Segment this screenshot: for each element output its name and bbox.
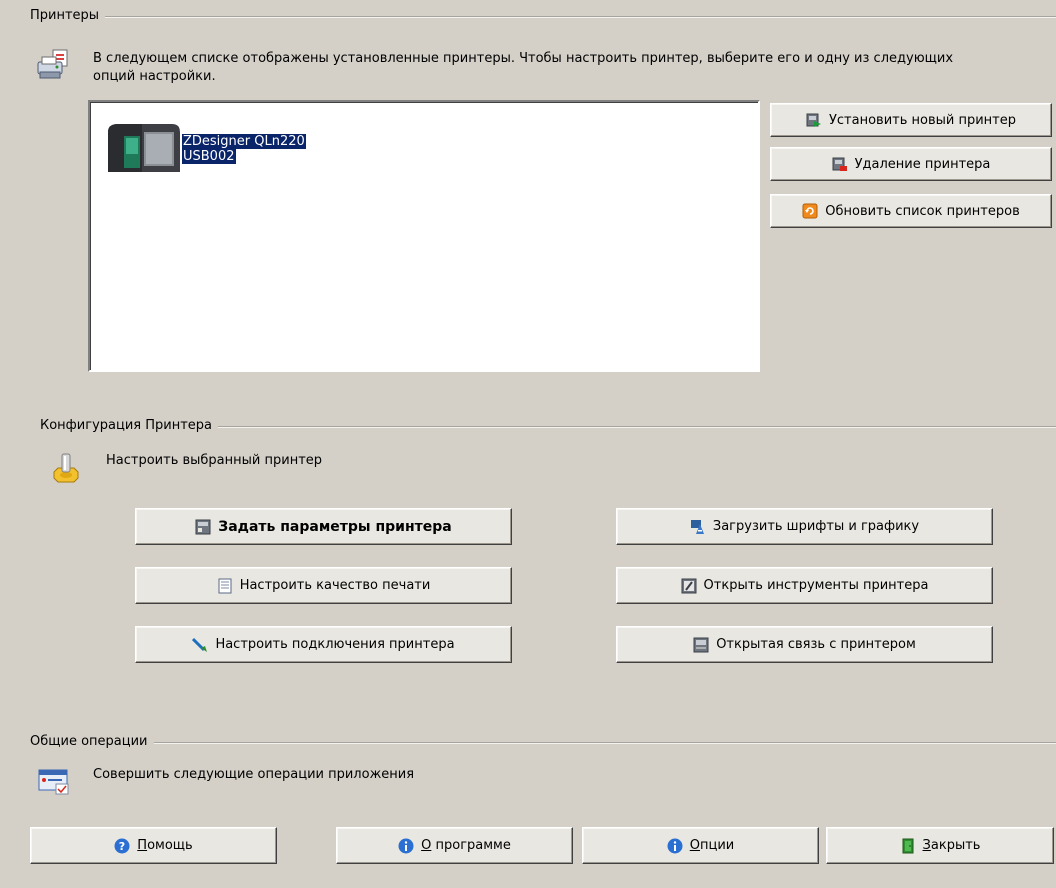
load-fonts-graphics-label: Загрузить шрифты и графику <box>712 519 920 534</box>
options-label: Опции <box>689 838 735 853</box>
about-button[interactable]: О программе <box>336 827 573 864</box>
print-quality-label: Настроить качество печати <box>239 578 431 593</box>
application-icon <box>38 767 70 795</box>
printer-port: USB002 <box>182 149 236 164</box>
exit-door-icon <box>900 838 916 854</box>
connection-cable-icon <box>192 637 208 653</box>
printers-description-line2: опций настройки. <box>93 69 216 84</box>
printers-group-title: Принтеры <box>30 8 106 23</box>
remove-printer-icon <box>832 156 848 172</box>
printer-communication-button[interactable]: Открытая связь с принтером <box>616 626 993 663</box>
set-printer-params-button[interactable]: Задать параметры принтера <box>135 508 512 545</box>
printer-name: ZDesigner QLn220 <box>182 134 306 149</box>
printers-description-line1: В следующем списке отображены установлен… <box>93 51 954 66</box>
printers-group-line <box>30 16 1056 18</box>
printer-list-item[interactable]: ZDesigner QLn220 USB002 <box>102 118 332 180</box>
printer-connections-button[interactable]: Настроить подключения принтера <box>135 626 512 663</box>
about-label: О программе <box>421 838 511 853</box>
load-fonts-graphics-button[interactable]: Загрузить шрифты и графику <box>616 508 993 545</box>
printer-communication-label: Открытая связь с принтером <box>716 637 916 652</box>
options-button[interactable]: Опции <box>582 827 819 864</box>
install-printer-button[interactable]: Установить новый принтер <box>770 103 1052 137</box>
info-icon <box>398 838 414 854</box>
help-button[interactable]: ? Помощь <box>30 827 277 864</box>
document-icon <box>217 578 233 594</box>
close-button[interactable]: Закрыть <box>826 827 1054 864</box>
printer-params-icon <box>195 519 211 535</box>
general-group-title: Общие операции <box>30 734 154 749</box>
config-description: Настроить выбранный принтер <box>106 453 323 468</box>
refresh-printers-label: Обновить список принтеров <box>825 203 1020 219</box>
remove-printer-button[interactable]: Удаление принтера <box>770 147 1052 181</box>
help-icon: ? <box>114 838 130 854</box>
print-quality-button[interactable]: Настроить качество печати <box>135 567 512 604</box>
svg-text:?: ? <box>119 840 125 853</box>
label-printer-icon <box>102 118 182 178</box>
help-label: Помощь <box>137 838 193 853</box>
tools-icon <box>681 578 697 594</box>
close-label: Закрыть <box>922 838 981 853</box>
refresh-icon <box>802 203 818 219</box>
config-group-title: Конфигурация Принтера <box>40 418 219 433</box>
info-icon <box>667 838 683 854</box>
remove-printer-label: Удаление принтера <box>854 156 991 172</box>
printer-connections-label: Настроить подключения принтера <box>215 637 455 652</box>
install-printer-label: Установить новый принтер <box>828 112 1017 128</box>
fonts-graphics-icon <box>690 519 706 535</box>
communication-icon <box>693 637 709 653</box>
gear-icon <box>50 450 82 484</box>
refresh-printers-button[interactable]: Обновить список принтеров <box>770 194 1052 228</box>
printer-list[interactable]: ZDesigner QLn220 USB002 <box>88 100 760 372</box>
printer-tools-label: Открыть инструменты принтера <box>703 578 929 593</box>
general-group-line <box>30 742 1056 744</box>
install-printer-icon <box>806 112 822 128</box>
set-printer-params-label: Задать параметры принтера <box>218 518 452 535</box>
printer-tools-button[interactable]: Открыть инструменты принтера <box>616 567 993 604</box>
printer-settings-icon <box>36 48 70 82</box>
general-description: Совершить следующие операции приложения <box>93 767 415 782</box>
